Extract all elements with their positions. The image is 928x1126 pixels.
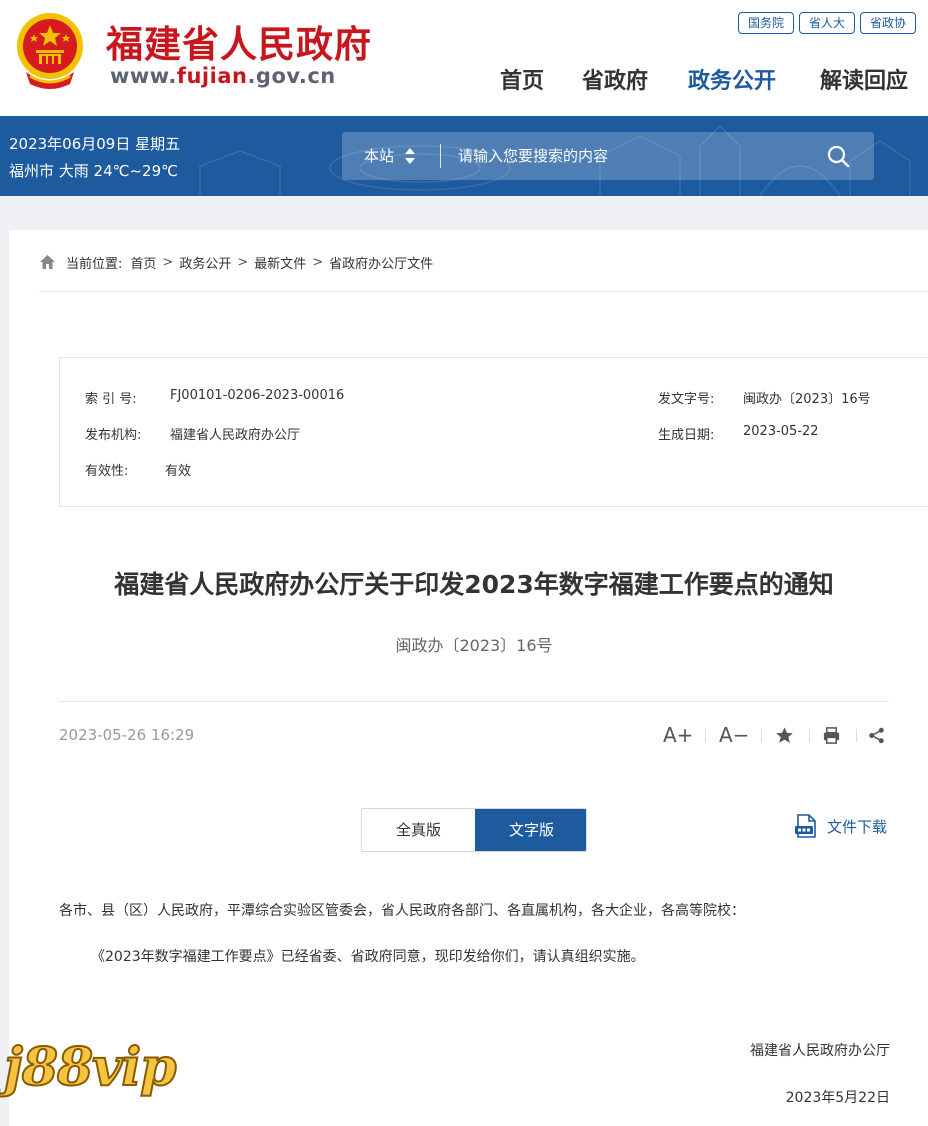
breadcrumb: 当前位置: 首页 > 政务公开 > 最新文件 > 省政府办公厅文件: [39, 252, 433, 272]
date-label: 生成日期:: [658, 428, 715, 443]
search-input[interactable]: [458, 140, 818, 172]
nav-home[interactable]: 首页: [500, 63, 544, 95]
top-link-cppcc[interactable]: 省政协: [860, 12, 917, 34]
document-number: 闽政办〔2023〕16号: [395, 636, 553, 655]
file-download-link[interactable]: 文件下载: [795, 814, 887, 838]
top-link-provincial-congress[interactable]: 省人大: [799, 12, 856, 34]
tool-separator: [705, 729, 706, 742]
salutation-text: 各市、县（区）人民政府，平潭综合实验区管委会，省人民政府各部门、各直属机构，各大…: [59, 903, 745, 919]
search-icon[interactable]: [826, 144, 850, 168]
font-increase-button[interactable]: A+: [663, 723, 693, 747]
top-link-state-council[interactable]: 国务院: [738, 12, 795, 34]
font-decrease-button[interactable]: A−: [719, 723, 749, 747]
date-value: 2023-05-22: [743, 424, 819, 439]
nav-interpretation[interactable]: 解读回应: [820, 63, 908, 95]
breadcrumb-home[interactable]: 首页: [130, 253, 156, 272]
version-tabs: 全真版 文字版: [361, 808, 587, 852]
breadcrumb-office-docs[interactable]: 省政府办公厅文件: [329, 253, 433, 272]
share-icon[interactable]: [867, 726, 886, 745]
breadcrumb-gov-affairs[interactable]: 政务公开: [179, 253, 231, 272]
document-title: 福建省人民政府办公厅关于印发2023年数字福建工作要点的通知: [114, 570, 834, 599]
weather-info: 福州市 大雨 24℃~29℃: [9, 162, 178, 180]
issuer-label: 发布机构:: [85, 428, 142, 443]
search-scope-select[interactable]: 本站: [364, 132, 394, 180]
content-card: 当前位置: 首页 > 政务公开 > 最新文件 > 省政府办公厅文件 索 引 号:…: [9, 230, 928, 1126]
breadcrumb-prefix: 当前位置:: [66, 256, 123, 272]
doc-number-value: 闽政办〔2023〕16号: [743, 392, 871, 407]
index-value: FJ00101-0206-2023-00016: [170, 388, 345, 403]
tab-full-version[interactable]: 全真版: [362, 809, 475, 851]
top-links: 国务院 省人大 省政协: [738, 12, 928, 36]
breadcrumb-separator: >: [162, 254, 174, 270]
print-icon[interactable]: [822, 726, 841, 745]
breadcrumb-divider: [39, 291, 928, 292]
article-tools: A+ A−: [653, 723, 893, 747]
document-metadata: 索 引 号: FJ00101-0206-2023-00016 发文字号: 闽政办…: [59, 357, 928, 507]
index-label: 索 引 号:: [85, 392, 137, 407]
site-header: 福建省人民政府 www.fujian.gov.cn 国务院 省人大 省政协 首页 省…: [0, 0, 928, 116]
download-label: 文件下载: [827, 817, 888, 836]
main-nav: 首页 省政府 政务公开 解读回应: [0, 63, 928, 95]
home-icon: [40, 255, 55, 269]
search-box: 本站: [342, 132, 874, 180]
sort-arrows-icon[interactable]: [404, 146, 416, 166]
validity-label: 有效性:: [85, 464, 129, 479]
sign-date: 2023年5月22日: [785, 1090, 890, 1106]
banner: 2023年06月09日 星期五 福州市 大雨 24℃~29℃ 本站: [0, 116, 928, 196]
search-divider: [440, 144, 441, 168]
star-icon[interactable]: [775, 726, 794, 745]
title-divider: [59, 701, 889, 702]
issuer-value: 福建省人民政府办公厅: [170, 428, 301, 443]
doc-number-label: 发文字号:: [658, 392, 715, 407]
validity-value: 有效: [165, 464, 192, 479]
publish-time: 2023-05-26 16:29: [59, 726, 195, 744]
nav-gov-affairs[interactable]: 政务公开: [688, 63, 776, 95]
body-paragraph: 《2023年数字福建工作要点》已经省委、省政府同意，现印发给你们，请认真组织实施…: [91, 949, 645, 965]
ofd-file-icon: [795, 814, 816, 838]
breadcrumb-separator: >: [237, 254, 249, 270]
breadcrumb-latest-docs[interactable]: 最新文件: [254, 253, 306, 272]
tool-separator: [809, 729, 810, 742]
watermark: j88vip: [3, 1036, 178, 1099]
tool-separator: [856, 729, 857, 742]
tab-text-version[interactable]: 文字版: [475, 809, 586, 851]
tool-separator: [761, 729, 762, 742]
breadcrumb-separator: >: [312, 254, 324, 270]
signature: 福建省人民政府办公厅: [750, 1043, 890, 1059]
site-title[interactable]: 福建省人民政府: [106, 14, 372, 68]
nav-government[interactable]: 省政府: [582, 63, 648, 95]
current-date: 2023年06月09日 星期五: [9, 135, 181, 153]
